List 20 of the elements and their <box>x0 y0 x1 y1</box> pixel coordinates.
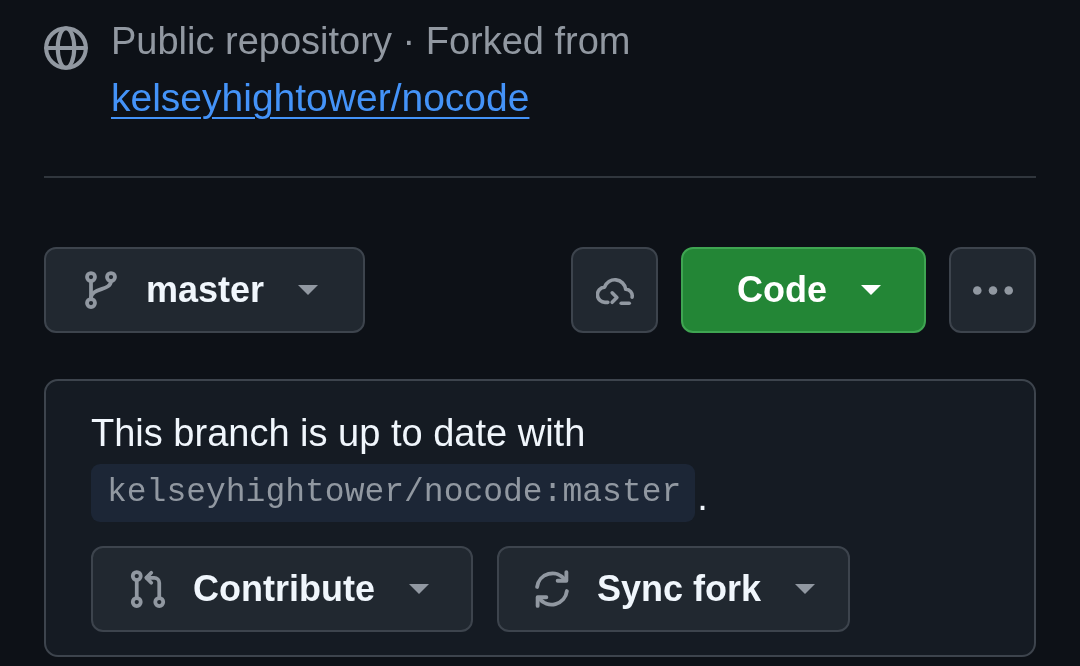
sync-icon <box>533 570 571 608</box>
branch-icon <box>82 271 120 309</box>
caret-icon <box>861 285 881 295</box>
globe-icon <box>44 26 88 70</box>
caret-icon <box>408 584 429 594</box>
upstream-branch-ref: kelseyhightower/nocode:master <box>91 464 696 522</box>
sync-fork-button[interactable]: Sync fork <box>497 546 850 632</box>
codespace-button[interactable] <box>571 247 658 333</box>
more-options-button[interactable] <box>949 247 1036 333</box>
pull-request-icon <box>129 570 167 608</box>
caret-icon <box>795 584 816 594</box>
code-button[interactable]: Code <box>681 247 926 333</box>
fork-source-link[interactable]: kelseyhightower/nocode <box>111 76 530 119</box>
status-message: This branch is up to date with <box>91 411 587 456</box>
repository-visibility-text: Public repository · Forked from <box>111 19 631 64</box>
caret-icon <box>298 285 319 295</box>
sentence-period: . <box>697 475 708 518</box>
kebab-icon <box>972 285 1013 295</box>
contribute-button[interactable]: Contribute <box>91 546 473 632</box>
branch-select-button[interactable]: master <box>44 247 365 333</box>
